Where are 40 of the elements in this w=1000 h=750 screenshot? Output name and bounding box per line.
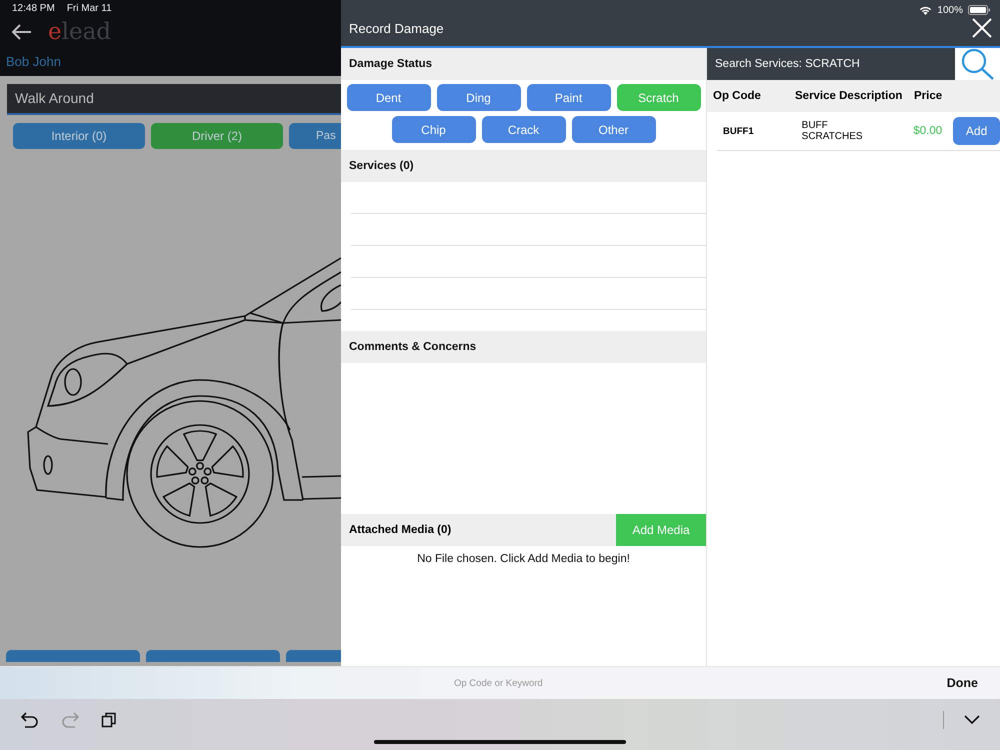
damage-type-button[interactable]: Scratch xyxy=(616,84,700,111)
close-icon[interactable] xyxy=(972,18,992,38)
chevron-down-icon[interactable] xyxy=(964,715,980,725)
table-cell-text: BUFF SCRATCHES xyxy=(802,120,864,142)
column-header: Op Code xyxy=(713,90,762,102)
add-button[interactable]: Add xyxy=(953,117,1000,145)
status-date: Fri Mar 11 xyxy=(66,3,112,14)
section-header: Comments & Concerns xyxy=(341,331,706,363)
damage-type-button[interactable]: Paint xyxy=(526,84,610,111)
customer-name[interactable]: Bob John xyxy=(6,54,341,69)
section-header: Damage Status xyxy=(341,48,706,80)
damage-type-button[interactable]: Crack xyxy=(482,116,566,143)
damage-type-button[interactable]: Ding xyxy=(436,84,520,111)
damage-type-button[interactable]: Dent xyxy=(346,84,430,111)
done-button[interactable]: Done xyxy=(940,675,984,691)
column-header: Service Description xyxy=(795,90,904,102)
view-tab[interactable]: Driver (2) xyxy=(151,123,283,149)
battery-icon xyxy=(968,5,990,15)
section-header: Attached Media (0) xyxy=(348,523,452,538)
search-field[interactable]: Op Code or Keyword xyxy=(454,678,543,688)
back-arrow-icon[interactable] xyxy=(12,24,32,40)
table-cell-text: BUFF1 xyxy=(723,126,755,136)
damage-type-button[interactable]: Chip xyxy=(392,116,476,143)
column-header: Price xyxy=(914,90,942,102)
price-cell-text: $0.00 xyxy=(913,125,944,137)
dialog-title: Record Damage xyxy=(349,20,444,36)
damage-type-button[interactable]: Other xyxy=(572,116,656,143)
view-tab[interactable]: Interior (0) xyxy=(13,123,145,149)
search-label: Search Services: SCRATCH xyxy=(707,48,955,80)
section-header: Services (0) xyxy=(341,150,706,182)
view-tab[interactable]: Pas xyxy=(289,123,341,149)
battery-percent: 100% xyxy=(937,4,963,16)
status-time: 12:48 PM xyxy=(12,3,55,14)
empty-message: No File chosen. Click Add Media to begin! xyxy=(416,553,631,565)
undo-icon[interactable] xyxy=(21,712,39,728)
paste-icon[interactable] xyxy=(101,712,117,728)
section-header: Walk Around xyxy=(7,84,341,115)
wifi-icon xyxy=(919,5,932,15)
add-media-button[interactable]: Add Media xyxy=(616,514,706,546)
redo-icon[interactable] xyxy=(61,712,79,728)
